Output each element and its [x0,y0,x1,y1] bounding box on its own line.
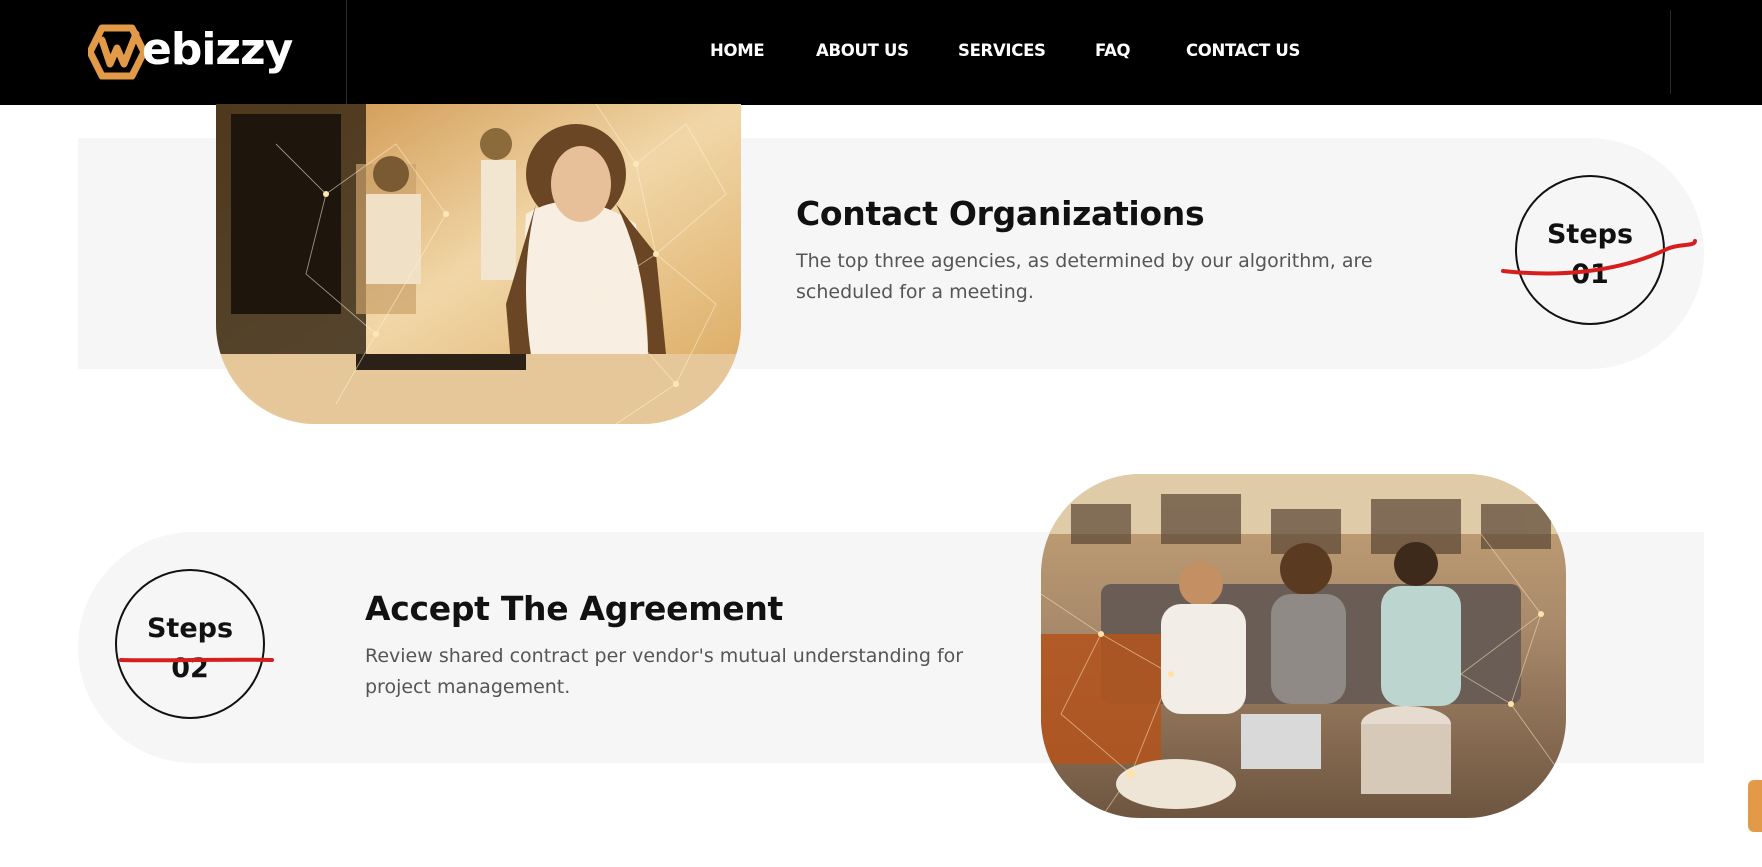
nav-about-us[interactable]: ABOUT US [816,41,909,60]
main-nav: HOME ABOUT US SERVICES FAQ CONTACT US [0,0,1762,105]
red-strikethrough-annotation [119,657,274,663]
nav-home[interactable]: HOME [710,41,765,60]
step-badge: Steps 01 [1501,175,1697,325]
red-strikethrough-annotation [1501,239,1697,276]
step-title: Accept The Agreement [365,589,784,628]
nav-contact-us[interactable]: CONTACT US [1186,41,1300,60]
header-divider [1670,10,1671,94]
call-center-photo [216,104,741,424]
scroll-to-top-button[interactable] [1748,780,1762,832]
step-badge: Steps 02 [115,569,274,719]
step-description: Review shared contract per vendor's mutu… [365,645,964,698]
nav-services[interactable]: SERVICES [958,41,1046,60]
step-title: Contact Organizations [796,194,1205,233]
site-header: ebizzy HOME ABOUT US SERVICES FAQ CONTAC… [0,0,1762,105]
team-meeting-photo [1041,474,1566,818]
nav-faq[interactable]: FAQ [1095,41,1131,60]
step-description: The top three agencies, as determined by… [796,250,1373,303]
